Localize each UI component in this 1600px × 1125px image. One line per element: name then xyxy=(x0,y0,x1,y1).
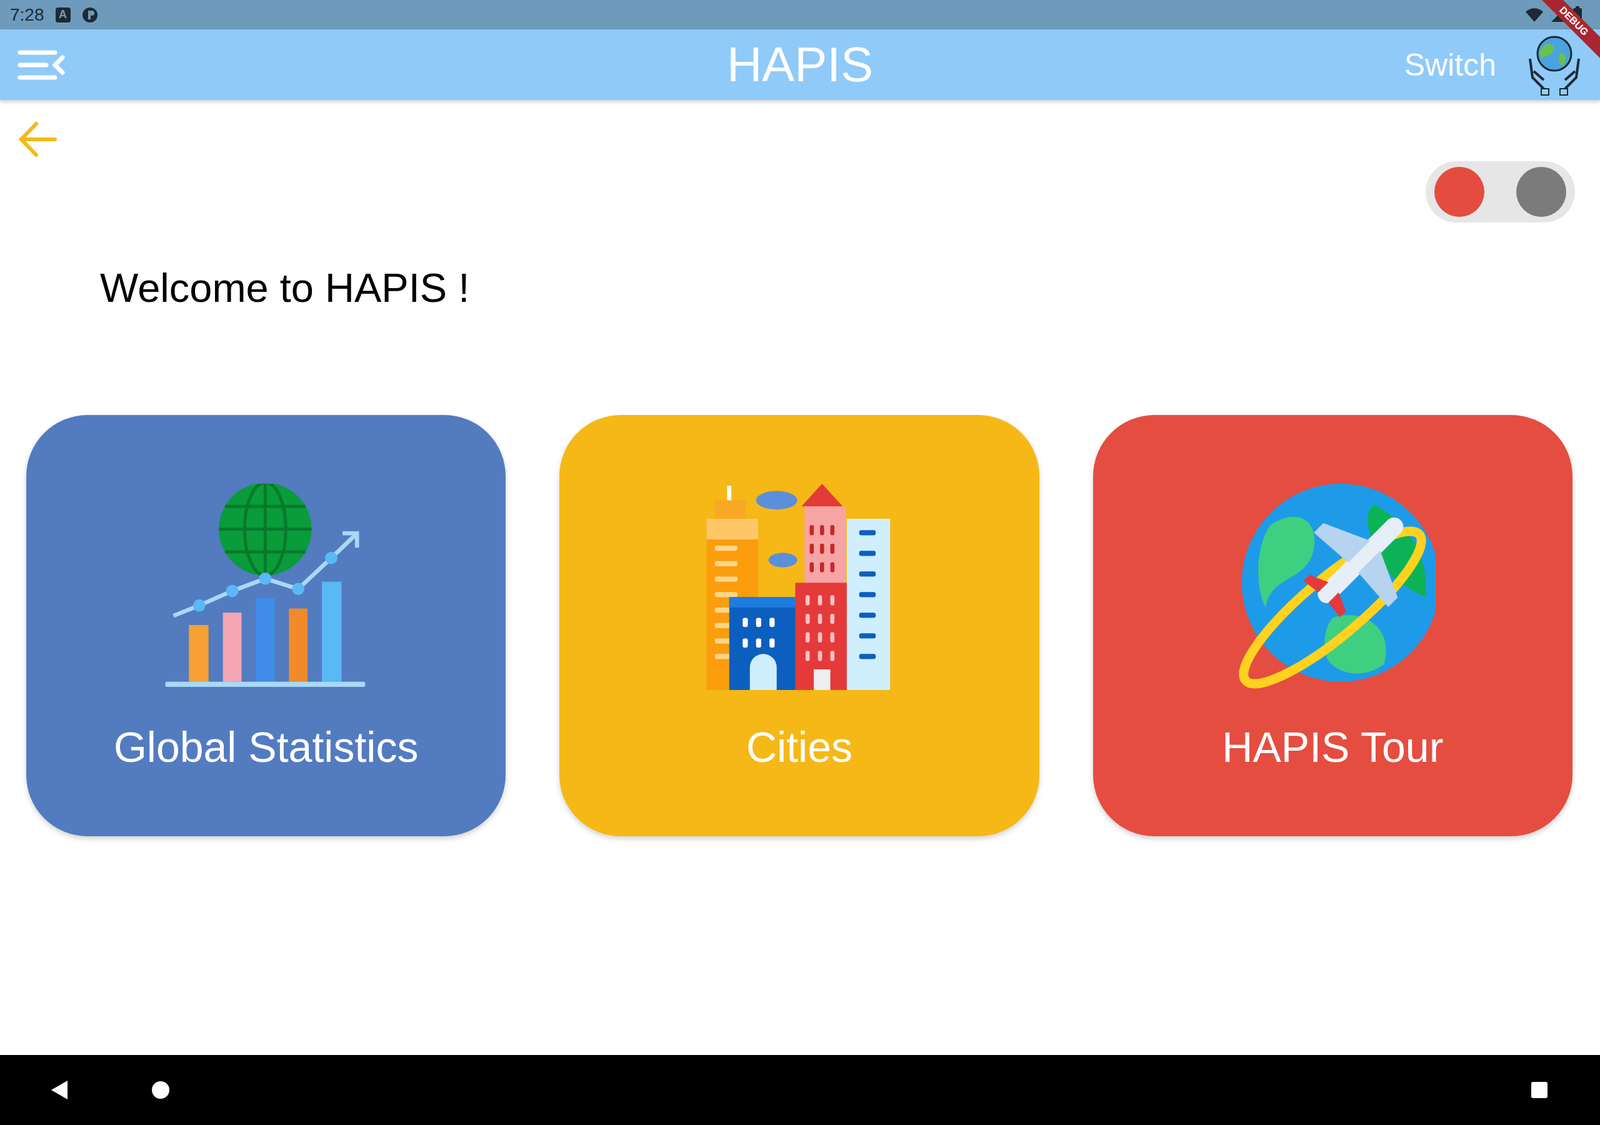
toggle-switch[interactable] xyxy=(1425,161,1575,223)
card-grid: Global Statistics Cities HAPIS Tour xyxy=(0,415,1600,837)
menu-card[interactable]: Global Statistics xyxy=(26,415,506,837)
card-label: HAPIS Tour xyxy=(1209,722,1456,772)
wifi-icon xyxy=(1525,6,1544,24)
notification-icon xyxy=(81,6,99,24)
nav-recents-icon[interactable] xyxy=(1528,1079,1550,1101)
nav-home-icon[interactable] xyxy=(150,1079,172,1101)
menu-card[interactable]: HAPIS Tour xyxy=(1093,415,1573,837)
toggle-dot xyxy=(1434,166,1485,217)
toggle-dot xyxy=(1516,166,1567,217)
home-content: Welcome to HAPIS ! Global Statistics Citie… xyxy=(0,100,1600,1055)
card-label: Global Statistics xyxy=(101,722,432,772)
menu-card[interactable]: Cities xyxy=(559,415,1039,837)
globe-hands-icon xyxy=(1526,33,1583,97)
app-title: HAPIS xyxy=(726,38,874,92)
welcome-heading: Welcome to HAPIS ! xyxy=(100,263,1600,313)
statistics-icon xyxy=(163,483,370,690)
app-screen: 7:28ADEBUGHAPISSwitchWelcome to HAPIS !G… xyxy=(0,0,1600,1125)
back-button[interactable] xyxy=(16,117,60,162)
menu-icon[interactable] xyxy=(17,48,65,82)
status-time: 7:28 xyxy=(10,5,45,25)
globe-plane-icon xyxy=(1229,483,1436,690)
arrow-left-icon xyxy=(16,117,60,162)
status-bar: 7:28 A xyxy=(0,0,1600,30)
cities-icon xyxy=(696,483,903,690)
nav-back-icon[interactable] xyxy=(48,1079,70,1101)
card-label: Cities xyxy=(733,722,865,772)
navigation-bar xyxy=(0,1055,1600,1125)
switch-button[interactable]: Switch xyxy=(1404,46,1497,84)
notification-badge: A xyxy=(55,7,71,23)
app-bar: HAPIS Switch xyxy=(0,29,1600,100)
